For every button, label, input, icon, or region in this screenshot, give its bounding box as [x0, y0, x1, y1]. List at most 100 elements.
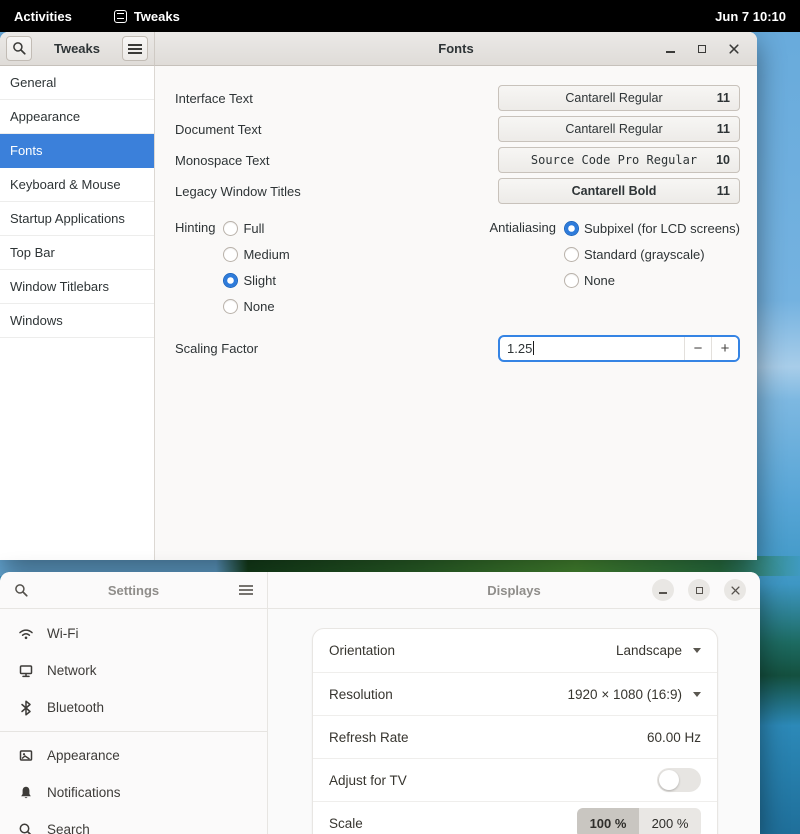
search-button[interactable]: [6, 36, 32, 61]
hinting-antialiasing-section: Hinting Full Medium Slight: [175, 215, 740, 319]
hamburger-menu-icon: [128, 48, 142, 50]
sidebar-item-general[interactable]: General: [0, 66, 154, 100]
close-button[interactable]: [725, 40, 743, 58]
sidebar-item-label: Search: [47, 822, 90, 834]
hinting-option-none[interactable]: None: [223, 293, 289, 319]
scale-option-200[interactable]: 200 %: [639, 808, 701, 834]
tweaks-window: Tweaks Fonts General Appearance Fonts: [0, 32, 757, 560]
antialiasing-option-subpixel[interactable]: Subpixel (for LCD screens): [564, 215, 740, 241]
tweaks-sidebar: General Appearance Fonts Keyboard & Mous…: [0, 66, 155, 560]
maximize-icon: [696, 587, 703, 594]
refresh-rate-row: Refresh Rate 60.00 Hz: [313, 715, 717, 758]
hinting-option-medium[interactable]: Medium: [223, 241, 289, 267]
antialiasing-options: Subpixel (for LCD screens) Standard (gra…: [564, 215, 740, 319]
maximize-icon: [698, 45, 706, 53]
resolution-row: Resolution 1920 × 1080 (16:9): [313, 672, 717, 715]
notifications-icon: [18, 785, 34, 801]
sidebar-item-keyboard-mouse[interactable]: Keyboard & Mouse: [0, 168, 154, 202]
radio-unselected-icon: [223, 299, 238, 314]
sidebar-item-top-bar[interactable]: Top Bar: [0, 236, 154, 270]
orientation-dropdown[interactable]: Landscape: [616, 643, 701, 658]
font-name: Source Code Pro Regular: [531, 153, 707, 167]
sidebar-item-label: Wi-Fi: [47, 626, 78, 641]
font-name: Cantarell Regular: [565, 122, 672, 136]
scaling-factor-value[interactable]: 1.25: [500, 337, 684, 360]
settings-headerbar: Settings Displays: [0, 572, 760, 609]
tweaks-window-title: Tweaks: [32, 41, 122, 56]
activities-button[interactable]: Activities: [14, 9, 72, 24]
interface-text-row: Interface Text Cantarell Regular 11: [175, 83, 740, 113]
tweaks-panel-header[interactable]: Fonts: [155, 32, 757, 66]
antialiasing-option-none[interactable]: None: [564, 267, 740, 293]
font-name: Cantarell Regular: [565, 91, 672, 105]
refresh-rate-label: Refresh Rate: [329, 730, 647, 745]
sidebar-item-search[interactable]: Search: [0, 811, 267, 834]
sidebar-item-appearance[interactable]: Appearance: [0, 737, 267, 774]
monospace-font-button[interactable]: Source Code Pro Regular 10: [498, 147, 740, 173]
sidebar-item-bluetooth[interactable]: Bluetooth: [0, 689, 267, 726]
displays-panel-header[interactable]: Displays: [268, 572, 760, 609]
sidebar-item-network[interactable]: Network: [0, 652, 267, 689]
close-button[interactable]: [724, 579, 746, 601]
close-icon: [729, 44, 739, 54]
document-font-button[interactable]: Cantarell Regular 11: [498, 116, 740, 142]
sidebar-item-window-titlebars[interactable]: Window Titlebars: [0, 270, 154, 304]
legacy-titles-font-button[interactable]: Cantarell Bold 11: [498, 178, 740, 204]
displays-panel: Orientation Landscape Resolution 1920 × …: [268, 609, 760, 834]
sidebar-item-wifi[interactable]: Wi-Fi: [0, 615, 267, 652]
close-icon: [731, 586, 740, 595]
adjust-for-tv-label: Adjust for TV: [329, 773, 657, 788]
sidebar-item-windows[interactable]: Windows: [0, 304, 154, 338]
minimize-button[interactable]: [661, 40, 679, 58]
increment-button[interactable]: +: [711, 337, 738, 360]
radio-selected-icon: [223, 273, 238, 288]
decrement-button[interactable]: −: [684, 337, 711, 360]
antialiasing-label: Antialiasing: [489, 215, 556, 319]
orientation-label: Orientation: [329, 643, 616, 658]
document-text-row: Document Text Cantarell Regular 11: [175, 114, 740, 144]
maximize-button[interactable]: [688, 579, 710, 601]
focused-app-menu[interactable]: Tweaks: [114, 9, 180, 24]
clock-label[interactable]: Jun 7 10:10: [715, 9, 786, 24]
scale-segmented-control: 100 % 200 %: [577, 808, 701, 834]
option-label: Medium: [243, 247, 289, 262]
monospace-text-row: Monospace Text Source Code Pro Regular 1…: [175, 145, 740, 175]
hinting-option-slight[interactable]: Slight: [223, 267, 289, 293]
minimize-button[interactable]: [652, 579, 674, 601]
option-label: None: [584, 273, 615, 288]
legacy-window-titles-row: Legacy Window Titles Cantarell Bold 11: [175, 176, 740, 206]
scale-option-100[interactable]: 100 %: [577, 808, 639, 834]
interface-font-button[interactable]: Cantarell Regular 11: [498, 85, 740, 111]
primary-menu-button[interactable]: [122, 36, 148, 61]
font-size: 11: [717, 184, 730, 198]
hinting-option-full[interactable]: Full: [223, 215, 289, 241]
resolution-label: Resolution: [329, 687, 568, 702]
orientation-value: Landscape: [616, 643, 682, 658]
scale-row: Scale 100 % 200 %: [313, 801, 717, 834]
hinting-label: Hinting: [175, 215, 215, 319]
sidebar-item-fonts[interactable]: Fonts: [0, 134, 154, 168]
scaling-factor-spinbutton[interactable]: 1.25 − +: [498, 335, 740, 362]
sidebar-item-startup-applications[interactable]: Startup Applications: [0, 202, 154, 236]
search-icon: [12, 41, 27, 56]
option-label: Subpixel (for LCD screens): [584, 221, 740, 236]
scaling-factor-label: Scaling Factor: [175, 341, 498, 356]
wifi-icon: [18, 626, 34, 642]
antialiasing-group: Antialiasing Subpixel (for LCD screens) …: [489, 215, 740, 319]
window-controls: [661, 40, 757, 58]
resolution-dropdown[interactable]: 1920 × 1080 (16:9): [568, 687, 701, 702]
tweaks-app-icon: [114, 10, 127, 23]
antialiasing-option-standard[interactable]: Standard (grayscale): [564, 241, 740, 267]
network-icon: [18, 663, 34, 679]
option-label: Full: [243, 221, 264, 236]
minimize-icon: [659, 592, 667, 593]
scaling-factor-row: Scaling Factor 1.25 − +: [175, 334, 740, 362]
interface-text-label: Interface Text: [175, 91, 498, 106]
sidebar-item-appearance[interactable]: Appearance: [0, 100, 154, 134]
sidebar-item-label: Bluetooth: [47, 700, 104, 715]
maximize-button[interactable]: [693, 40, 711, 58]
window-controls: [652, 579, 760, 601]
adjust-for-tv-row: Adjust for TV: [313, 758, 717, 801]
adjust-for-tv-toggle[interactable]: [657, 768, 701, 792]
sidebar-item-notifications[interactable]: Notifications: [0, 774, 267, 811]
